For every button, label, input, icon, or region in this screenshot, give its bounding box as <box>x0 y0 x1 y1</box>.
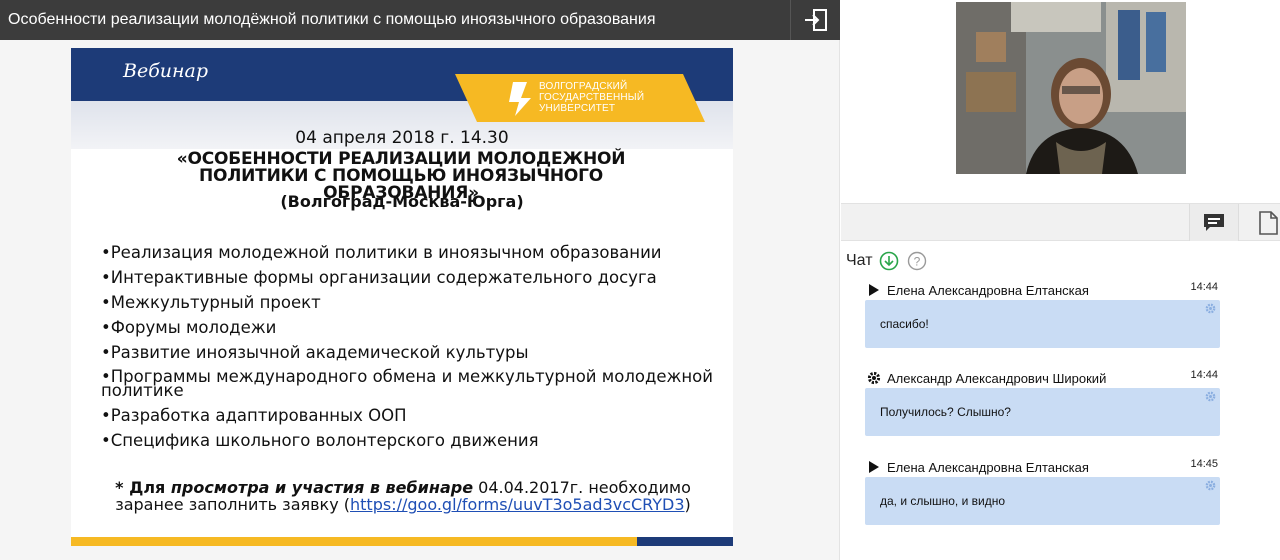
slide-footer-navy <box>637 537 733 546</box>
topic-item: •Специфика школьного волонтерского движе… <box>101 431 539 450</box>
chat-message: Александр Александрович Широкий 14:44 По… <box>865 368 1220 436</box>
presentation-slide: Вебинар ВОЛГОГРАДСКИЙ ГОСУДАРСТВЕННЫЙ УН… <box>71 48 733 546</box>
chat-title: Чат <box>846 252 873 269</box>
help-icon[interactable]: ? <box>907 251 927 271</box>
chat-message-bubble: Получилось? Слышно? <box>865 388 1220 436</box>
topic-item: •Разработка адаптированных ООП <box>101 406 407 425</box>
chat-message: Елена Александровна Елтанская 14:45 да, … <box>865 457 1220 525</box>
registration-link[interactable]: https://goo.gl/forms/uuvT3o5ad3vcCRYD3 <box>350 495 685 514</box>
topic-item: •Развитие иноязычной академической культ… <box>101 343 529 362</box>
presentation-area: Особенности реализации молодёжной полити… <box>0 0 840 560</box>
slide-header-label: Вебинар <box>123 60 209 82</box>
chat-message-author: Елена Александровна Елтанская <box>887 283 1089 298</box>
slide-footer-gold <box>71 537 637 546</box>
side-panel: Чат ? Елена Александровна Елтанская 14:4… <box>841 0 1280 560</box>
message-settings-icon[interactable] <box>1205 303 1216 314</box>
chat-message-author: Александр Александрович Широкий <box>887 371 1107 386</box>
chat-message-text: спасибо! <box>880 317 929 331</box>
message-settings-icon[interactable] <box>1205 480 1216 491</box>
chat-message-author: Елена Александровна Елтанская <box>887 460 1089 475</box>
title-bar: Особенности реализации молодёжной полити… <box>0 0 840 40</box>
chat-message-text: да, и слышно, и видно <box>880 494 1006 508</box>
presenter-video[interactable] <box>956 2 1186 174</box>
topic-list: •Реализация молодежной политики в иноязы… <box>101 240 713 453</box>
university-logo: ВОЛГОГРАДСКИЙ ГОСУДАРСТВЕННЫЙ УНИВЕРСИТЕ… <box>455 74 705 122</box>
presenter-video-frame <box>956 2 1186 174</box>
chat-message-bubble: спасибо! <box>865 300 1220 348</box>
chat-message: Елена Александровна Елтанская 14:44 спас… <box>865 280 1220 348</box>
file-icon <box>1259 211 1278 235</box>
topic-item: •Реализация молодежной политики в иноязы… <box>101 243 662 262</box>
topic-item: •Форумы молодежи <box>101 318 277 337</box>
gear-icon <box>867 371 881 385</box>
chat-message-meta: Елена Александровна Елтанская 14:45 <box>865 457 1220 477</box>
play-icon <box>869 284 879 296</box>
download-icon[interactable] <box>879 251 899 271</box>
university-logo-text: ВОЛГОГРАДСКИЙ ГОСУДАРСТВЕННЫЙ УНИВЕРСИТЕ… <box>539 81 645 114</box>
chat-message-meta: Александр Александрович Широкий 14:44 <box>865 368 1220 388</box>
chat-message-time: 14:45 <box>1190 458 1218 470</box>
chat-header: Чат ? <box>846 251 927 271</box>
chat-message-meta: Елена Александровна Елтанская 14:44 <box>865 280 1220 300</box>
chat-icon <box>1204 213 1224 231</box>
chat-message-bubble: да, и слышно, и видно <box>865 477 1220 525</box>
svg-text:?: ? <box>913 255 920 269</box>
slide-cities: (Волгоград-Москва-Юрга) <box>280 192 524 211</box>
exit-icon <box>804 9 827 31</box>
registration-note: * Для просмотра и участия в вебинаре 04.… <box>115 478 691 514</box>
webinar-title: Особенности реализации молодёжной полити… <box>8 11 656 28</box>
topic-item: •Межкультурный проект <box>101 293 321 312</box>
webinar-date: 04 апреля 2018 г. 14.30 <box>295 128 509 148</box>
chat-message-text: Получилось? Слышно? <box>880 405 1011 419</box>
topic-item: •Программы международного обмена и межку… <box>101 367 713 400</box>
exit-button[interactable] <box>790 0 840 40</box>
chat-message-time: 14:44 <box>1190 369 1218 381</box>
webinar-window: Особенности реализации молодёжной полити… <box>0 0 1280 560</box>
chat-tab-button[interactable] <box>1189 204 1239 241</box>
message-settings-icon[interactable] <box>1205 391 1216 402</box>
play-icon <box>869 461 879 473</box>
files-tab-button[interactable] <box>1255 210 1280 236</box>
chat-message-time: 14:44 <box>1190 281 1218 293</box>
side-toolbar <box>841 203 1280 241</box>
topic-item: •Интерактивные формы организации содержа… <box>101 268 657 287</box>
